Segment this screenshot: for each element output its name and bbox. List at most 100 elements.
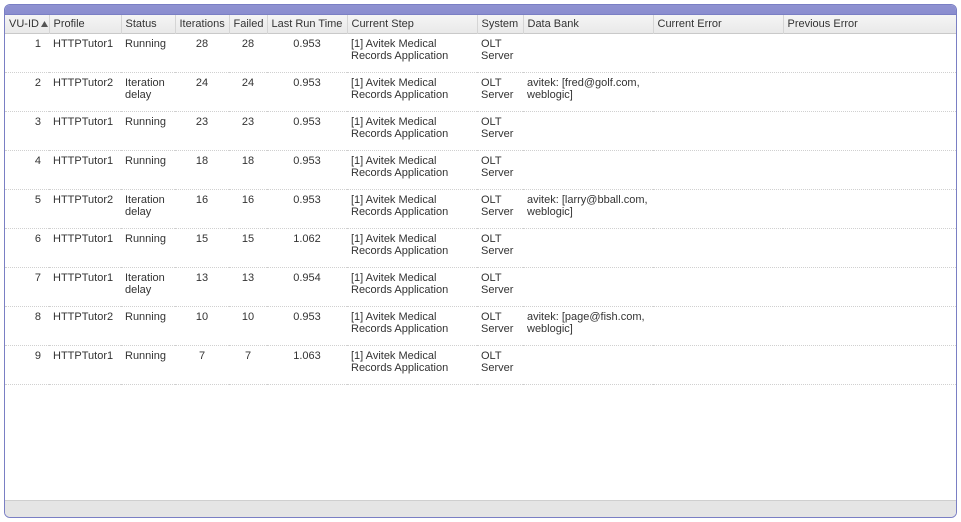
cell-last_run_time: 0.953 [267, 307, 347, 346]
cell-failed: 24 [229, 73, 267, 112]
table-row[interactable]: 9HTTPTutor1Running771.063[1] Avitek Medi… [5, 346, 956, 385]
cell-status: Running [121, 229, 175, 268]
cell-last_run_time: 0.954 [267, 268, 347, 307]
cell-profile: HTTPTutor1 [49, 268, 121, 307]
col-header-label: Last Run Time [272, 18, 343, 30]
cell-last_run_time: 0.953 [267, 34, 347, 73]
col-header-label: Failed [234, 18, 264, 30]
cell-vuid: 4 [5, 151, 49, 190]
cell-system: OLT Server [477, 34, 523, 73]
sort-asc-icon [41, 21, 48, 27]
cell-iterations: 23 [175, 112, 229, 151]
col-header-label: Current Step [352, 18, 414, 30]
col-header-label: Data Bank [528, 18, 579, 30]
cell-system: OLT Server [477, 73, 523, 112]
cell-system: OLT Server [477, 268, 523, 307]
cell-system: OLT Server [477, 229, 523, 268]
cell-current_step: [1] Avitek Medical Records Application [347, 307, 477, 346]
table-row[interactable]: 4HTTPTutor1Running18180.953[1] Avitek Me… [5, 151, 956, 190]
cell-current_step: [1] Avitek Medical Records Application [347, 73, 477, 112]
col-header-label: VU-ID [9, 18, 39, 30]
cell-previous_error [783, 34, 956, 73]
cell-failed: 7 [229, 346, 267, 385]
cell-failed: 15 [229, 229, 267, 268]
col-header-label: Profile [54, 18, 85, 30]
cell-status: Running [121, 151, 175, 190]
cell-previous_error [783, 229, 956, 268]
cell-status: Running [121, 307, 175, 346]
cell-current_step: [1] Avitek Medical Records Application [347, 229, 477, 268]
cell-last_run_time: 0.953 [267, 151, 347, 190]
cell-vuid: 6 [5, 229, 49, 268]
cell-failed: 28 [229, 34, 267, 73]
table-row[interactable]: 2HTTPTutor2Iteration delay24240.953[1] A… [5, 73, 956, 112]
cell-iterations: 16 [175, 190, 229, 229]
col-header-label: Previous Error [788, 18, 858, 30]
cell-data_bank [523, 268, 653, 307]
col-header-failed[interactable]: Failed [229, 15, 267, 34]
col-header-label: Iterations [180, 18, 225, 30]
cell-iterations: 7 [175, 346, 229, 385]
cell-current_step: [1] Avitek Medical Records Application [347, 346, 477, 385]
cell-failed: 18 [229, 151, 267, 190]
cell-current_error [653, 73, 783, 112]
cell-previous_error [783, 73, 956, 112]
cell-current_error [653, 151, 783, 190]
table-row[interactable]: 8HTTPTutor2Running10100.953[1] Avitek Me… [5, 307, 956, 346]
col-header-current_error[interactable]: Current Error [653, 15, 783, 34]
col-header-data_bank[interactable]: Data Bank [523, 15, 653, 34]
vu-status-grid: VU-ID Profile Status Iterations Failed Last R… [5, 15, 956, 500]
col-header-last_run_time[interactable]: Last Run Time [267, 15, 347, 34]
cell-vuid: 2 [5, 73, 49, 112]
col-header-profile[interactable]: Profile [49, 15, 121, 34]
cell-failed: 13 [229, 268, 267, 307]
col-header-system[interactable]: System [477, 15, 523, 34]
cell-previous_error [783, 112, 956, 151]
cell-data_bank: avitek: [larry@bball.com, weblogic] [523, 190, 653, 229]
table-row[interactable]: 7HTTPTutor1Iteration delay13130.954[1] A… [5, 268, 956, 307]
cell-last_run_time: 0.953 [267, 190, 347, 229]
cell-system: OLT Server [477, 190, 523, 229]
cell-previous_error [783, 307, 956, 346]
cell-data_bank: avitek: [fred@golf.com, weblogic] [523, 73, 653, 112]
cell-previous_error [783, 190, 956, 229]
cell-iterations: 18 [175, 151, 229, 190]
col-header-previous_error[interactable]: Previous Error [783, 15, 956, 34]
cell-last_run_time: 0.953 [267, 73, 347, 112]
cell-status: Running [121, 112, 175, 151]
col-header-iterations[interactable]: Iterations [175, 15, 229, 34]
cell-current_step: [1] Avitek Medical Records Application [347, 268, 477, 307]
cell-profile: HTTPTutor2 [49, 307, 121, 346]
cell-profile: HTTPTutor1 [49, 112, 121, 151]
col-header-vuid[interactable]: VU-ID [5, 15, 49, 34]
cell-data_bank [523, 229, 653, 268]
table-row[interactable]: 1HTTPTutor1Running28280.953[1] Avitek Me… [5, 34, 956, 73]
grid-body: 1HTTPTutor1Running28280.953[1] Avitek Me… [5, 34, 956, 385]
grid-header-row: VU-ID Profile Status Iterations Failed Last R… [5, 15, 956, 34]
cell-current_step: [1] Avitek Medical Records Application [347, 151, 477, 190]
table-row[interactable]: 5HTTPTutor2Iteration delay16160.953[1] A… [5, 190, 956, 229]
col-header-current_step[interactable]: Current Step [347, 15, 477, 34]
cell-system: OLT Server [477, 112, 523, 151]
cell-data_bank [523, 112, 653, 151]
cell-last_run_time: 1.062 [267, 229, 347, 268]
cell-vuid: 7 [5, 268, 49, 307]
cell-status: Running [121, 34, 175, 73]
cell-current_step: [1] Avitek Medical Records Application [347, 34, 477, 73]
cell-profile: HTTPTutor1 [49, 34, 121, 73]
cell-vuid: 3 [5, 112, 49, 151]
grid-table: VU-ID Profile Status Iterations Failed Last R… [5, 15, 956, 385]
cell-previous_error [783, 151, 956, 190]
table-row[interactable]: 6HTTPTutor1Running15151.062[1] Avitek Me… [5, 229, 956, 268]
panel-titlebar[interactable] [5, 5, 956, 15]
col-header-status[interactable]: Status [121, 15, 175, 34]
table-row[interactable]: 3HTTPTutor1Running23230.953[1] Avitek Me… [5, 112, 956, 151]
cell-iterations: 24 [175, 73, 229, 112]
col-header-label: Status [126, 18, 157, 30]
cell-last_run_time: 0.953 [267, 112, 347, 151]
cell-current_error [653, 112, 783, 151]
cell-status: Running [121, 346, 175, 385]
cell-failed: 16 [229, 190, 267, 229]
panel-footer [5, 500, 956, 517]
cell-failed: 23 [229, 112, 267, 151]
